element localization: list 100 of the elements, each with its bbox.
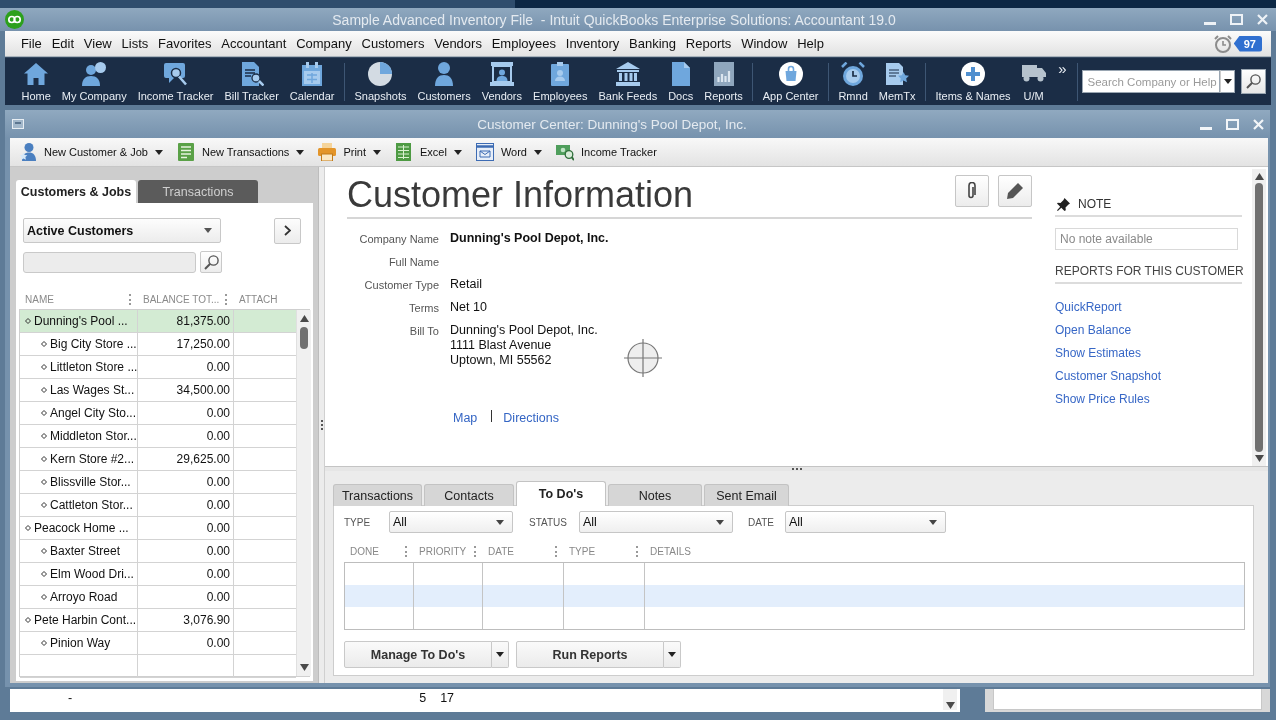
table-row[interactable]: Peacock Home ... 0.00 <box>20 517 296 540</box>
menu-item[interactable]: Inventory <box>560 36 625 51</box>
table-row[interactable]: Baxter Street 0.00 <box>20 540 296 563</box>
toolbar-button[interactable]: MemTx <box>873 61 921 102</box>
toolbar-button[interactable]: Income Tracker <box>132 61 219 102</box>
dropdown-button[interactable] <box>664 641 681 668</box>
menu-item[interactable]: Favorites <box>153 36 217 51</box>
menu-item[interactable]: Window <box>736 36 793 51</box>
column-header[interactable]: ATTACH <box>233 293 278 305</box>
table-row[interactable]: Las Wages St... 34,500.00 <box>20 379 296 402</box>
column-header[interactable]: DONE <box>344 545 379 557</box>
toolbar-button[interactable]: App Center <box>757 61 824 102</box>
toolbar-button[interactable]: Word <box>472 143 545 161</box>
close-icon[interactable] <box>1257 14 1268 25</box>
notification-badge[interactable]: 97 <box>1233 35 1262 52</box>
toolbar-button[interactable]: New Customer & Job <box>16 143 166 161</box>
column-header[interactable]: DETAILS <box>644 545 691 557</box>
scrollbar[interactable] <box>943 689 957 710</box>
menu-item[interactable]: Reports <box>680 36 737 51</box>
close-icon[interactable] <box>1253 118 1264 130</box>
filter-dropdown[interactable]: Active Customers <box>23 218 221 243</box>
tab[interactable]: Customers & Jobs <box>16 180 136 203</box>
column-header[interactable]: BALANCE TOT... <box>137 293 220 305</box>
toolbar-button[interactable]: Rmnd <box>832 61 874 102</box>
maximize-icon[interactable] <box>1226 118 1239 130</box>
toolbar-button[interactable]: New Transactions <box>173 143 308 161</box>
table-row[interactable]: Cattleton Stor... 0.00 <box>20 494 296 517</box>
expand-button[interactable] <box>274 217 301 244</box>
window-menu-icon[interactable] <box>12 119 24 129</box>
down-arrow-icon[interactable] <box>945 702 955 709</box>
down-arrow-icon[interactable] <box>1254 455 1264 462</box>
report-link[interactable]: Show Estimates <box>1055 342 1142 365</box>
tab[interactable]: Transactions <box>138 180 258 203</box>
toolbar-button[interactable]: U/M <box>1016 61 1052 102</box>
table-row[interactable]: Pete Harbin Cont... 3,076.90 <box>20 609 296 632</box>
report-link[interactable]: Customer Snapshot <box>1055 365 1162 388</box>
attach-button[interactable] <box>955 175 989 207</box>
note-field[interactable]: No note available <box>1055 228 1238 250</box>
up-arrow-icon[interactable] <box>299 315 309 322</box>
menu-item[interactable]: View <box>78 36 117 51</box>
column-header[interactable]: TYPE <box>563 545 596 557</box>
toolbar-button[interactable]: Excel <box>392 143 465 161</box>
edit-button[interactable] <box>998 175 1032 207</box>
maximize-icon[interactable] <box>1230 14 1243 25</box>
alarm-clock-icon[interactable] <box>1213 34 1232 53</box>
table-row[interactable]: Kern Store #2... 29,625.00 <box>20 448 296 471</box>
filter-dropdown[interactable]: All <box>389 511 513 533</box>
menu-item[interactable]: File <box>16 36 47 51</box>
toolbar-button[interactable]: Income Tracker <box>553 143 660 161</box>
toolbar-button[interactable]: Print <box>315 143 384 161</box>
column-header[interactable]: DATE <box>482 545 514 557</box>
table-row[interactable]: Blissville Stor... 0.00 <box>20 471 296 494</box>
tab[interactable]: Transactions <box>333 484 422 506</box>
toolbar-button[interactable]: Docs <box>662 61 699 102</box>
filter-dropdown[interactable]: All <box>579 511 733 533</box>
menu-item[interactable]: Vendors <box>429 36 487 51</box>
toolbar-button[interactable]: Items & Names <box>929 61 1017 102</box>
menu-item[interactable]: Help <box>792 36 829 51</box>
tab[interactable]: Notes <box>608 484 702 506</box>
dropdown-button[interactable] <box>492 641 509 668</box>
table-row[interactable]: Dunning's Pool ... 81,375.00 <box>20 310 296 333</box>
up-arrow-icon[interactable] <box>1254 173 1264 180</box>
toolbar-button[interactable]: Snapshots <box>349 61 412 102</box>
menu-item[interactable]: Employees <box>486 36 561 51</box>
tab[interactable]: To Do's <box>516 481 606 506</box>
toolbar-button[interactable]: Bank Feeds <box>592 61 663 102</box>
search-button[interactable] <box>1241 69 1267 94</box>
menu-item[interactable]: Banking <box>624 36 681 51</box>
link[interactable]: Map <box>453 410 478 425</box>
more-button[interactable]: » <box>1051 60 1074 77</box>
search-field[interactable] <box>23 251 196 273</box>
toolbar-button[interactable]: Customers <box>412 61 477 102</box>
menu-item[interactable]: Customers <box>356 36 430 51</box>
action-button[interactable]: Run Reports <box>516 641 664 668</box>
minimize-icon[interactable] <box>1200 126 1212 130</box>
report-link[interactable]: QuickReport <box>1055 296 1122 319</box>
table-row[interactable]: Arroyo Road 0.00 <box>20 586 296 609</box>
table-row[interactable]: Pinion Way 0.00 <box>20 632 296 655</box>
filter-dropdown[interactable]: All <box>785 511 946 533</box>
menu-item[interactable]: Lists <box>116 36 154 51</box>
down-arrow-icon[interactable] <box>299 664 309 671</box>
menu-item[interactable]: Edit <box>46 36 79 51</box>
search-button[interactable] <box>200 251 222 273</box>
toolbar-button[interactable]: Bill Tracker <box>218 61 285 102</box>
tab[interactable]: Sent Email <box>704 484 789 506</box>
scrollbar-thumb[interactable] <box>1255 183 1263 452</box>
menu-item[interactable]: Company <box>291 36 357 51</box>
scrollbar[interactable] <box>296 310 311 676</box>
toolbar-button[interactable]: My Company <box>56 61 133 102</box>
table-row[interactable]: Middleton Stor... 0.00 <box>20 425 296 448</box>
table-row[interactable]: Littleton Store ... 0.00 <box>20 356 296 379</box>
menu-item[interactable]: Accountant <box>216 36 292 51</box>
action-button[interactable]: Manage To Do's <box>344 641 492 668</box>
report-link[interactable]: Show Price Rules <box>1055 388 1150 411</box>
table-row[interactable]: Big City Store ... 17,250.00 <box>20 333 296 356</box>
table-row[interactable]: Elm Wood Dri... 0.00 <box>20 563 296 586</box>
toolbar-button[interactable]: Employees <box>527 61 593 102</box>
column-header[interactable]: PRIORITY <box>413 545 467 557</box>
link[interactable]: Directions <box>503 410 559 425</box>
toolbar-button[interactable]: Vendors <box>476 61 528 102</box>
